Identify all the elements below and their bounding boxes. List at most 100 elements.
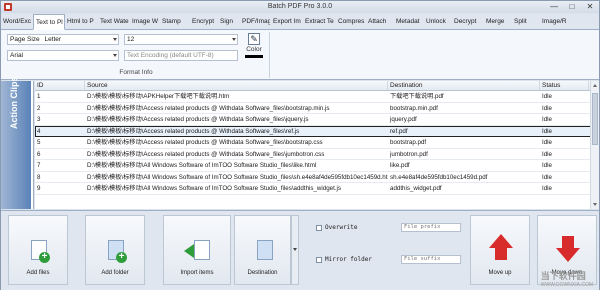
tab-4[interactable]: Image W [130, 14, 160, 29]
tab-bar: Word/Exc Text to Pl Html to P Text Wate Imag… [1, 14, 599, 30]
window-controls: — □ ✕ [549, 2, 595, 12]
cell-source: D:\模板\模板\标移动\Access related products @ W… [87, 116, 309, 123]
cell-id: 5 [37, 139, 41, 146]
tab-10[interactable]: Extract Te [303, 14, 336, 29]
import-items-button[interactable]: Import items [163, 215, 231, 285]
tab-17[interactable]: Split [512, 14, 540, 29]
overwrite-checkbox[interactable] [316, 225, 322, 231]
font-select[interactable]: Arial [7, 50, 119, 61]
title-bar: Batch PDF Pro 3.0.0 — □ ✕ [1, 1, 599, 13]
tab-2[interactable]: Html to P [65, 14, 98, 29]
destination-label: Destination [247, 270, 278, 276]
chevron-down-icon [113, 54, 117, 57]
tab-14[interactable]: Unlock [424, 14, 452, 29]
destination-button[interactable]: Destination [234, 215, 291, 285]
add-folder-button[interactable]: + Add folder [85, 215, 145, 285]
tab-0[interactable]: Word/Exc [1, 14, 33, 29]
cell-source: D:\模板\模板\标移动\All Windows Software of ImT… [87, 185, 342, 192]
scroll-up-icon[interactable] [593, 84, 597, 87]
color-swatch [245, 55, 263, 58]
column-header-destination[interactable]: Destination [388, 81, 540, 90]
text-encoding-placeholder: Text Encoding (default UTF-8) [127, 52, 214, 59]
cell-source: D:\模板\模板\标移动\APKHelper下载吧下载说明.htm [87, 93, 230, 100]
column-header-id[interactable]: ID [35, 81, 85, 90]
file-suffix-input[interactable]: File suffix [401, 255, 461, 264]
plus-icon: + [116, 252, 127, 263]
tab-1[interactable]: Text to Pl [33, 14, 65, 30]
vertical-scrollbar[interactable] [590, 81, 599, 209]
tab-13[interactable]: Metadat [394, 14, 424, 29]
move-up-button[interactable]: Move up [470, 215, 530, 285]
cell-status: Idle [542, 150, 552, 158]
table-row[interactable]: 5 D:\模板\模板\标移动\Access related products @ … [35, 137, 599, 149]
column-header-status[interactable]: Status [540, 81, 589, 90]
list-icon [194, 240, 210, 260]
destination-icon [257, 240, 273, 260]
cell-id: 7 [37, 162, 41, 169]
color-button[interactable]: ✎ Color [243, 33, 265, 67]
mirror-folder-checkbox[interactable] [316, 257, 322, 263]
cell-destination: ref.pdf [390, 127, 408, 135]
tab-15[interactable]: Decrypt [452, 14, 484, 29]
cell-status: Idle [542, 162, 552, 169]
table-row[interactable]: 4 D:\模板\模板\标移动\Access related products @ … [35, 125, 599, 137]
bottom-toolbar: + Add files + Add folder Import items De… [1, 210, 599, 290]
add-files-button[interactable]: + Add files [8, 215, 68, 285]
cell-status: Idle [542, 139, 552, 146]
table-row[interactable]: 6 D:\模板\模板\标移动\Access related products @ … [35, 149, 599, 160]
table-row[interactable]: 3 D:\模板\模板\标移动\Access related products @ … [35, 114, 599, 126]
cell-destination: bootstrap.min.pdf [390, 104, 438, 112]
cell-status: Idle [542, 127, 552, 135]
table-row[interactable]: 7 D:\模板\模板\标移动\All Windows Software of Im… [35, 160, 599, 172]
mirror-folder-label: Mirror folder [325, 256, 372, 263]
arrow-up-icon [489, 234, 513, 248]
tab-11[interactable]: Compres [336, 14, 366, 29]
scroll-thumb[interactable] [592, 93, 598, 145]
text-encoding-input[interactable]: Text Encoding (default UTF-8) [124, 50, 238, 61]
destination-dropdown[interactable] [291, 215, 299, 285]
watermark: 当下软件园 WWW.DOWNXIA.COM [540, 271, 593, 288]
font-value: Arial [10, 52, 24, 59]
cell-destination: sh.e4e8af4de595fdb10ec1459d.pdf [390, 173, 488, 181]
page-size-select[interactable]: Page Size Letter [7, 34, 119, 45]
import-arrow-icon [184, 244, 194, 258]
file-prefix-input[interactable]: File prefix [401, 223, 461, 232]
import-items-label: Import items [180, 270, 214, 276]
add-files-label: Add files [26, 270, 50, 276]
cell-source: D:\模板\模板\标移动\All Windows Software of ImT… [87, 162, 317, 169]
tab-18[interactable]: Image/R [540, 14, 572, 29]
tab-6[interactable]: Encrypt [190, 14, 218, 29]
tab-16[interactable]: Merge [484, 14, 512, 29]
overwrite-label: Overwrite [325, 224, 358, 231]
file-table: ID Source Destination Status 1 D:\模板\模板\标… [35, 81, 599, 209]
maximize-icon[interactable]: □ [567, 2, 577, 12]
color-label: Color [246, 46, 262, 53]
page-size-label: Page Size [10, 36, 40, 43]
scroll-down-icon[interactable] [593, 203, 597, 206]
cell-source: D:\模板\模板\标移动\Access related products @ W… [87, 139, 323, 146]
tab-12[interactable]: Attach [366, 14, 394, 29]
window-title: Batch PDF Pro 3.0.0 [267, 3, 333, 10]
cell-status: Idle [542, 173, 552, 181]
action-clips-sidebar[interactable]: Action Clips [1, 76, 34, 209]
minimize-icon[interactable]: — [549, 2, 559, 12]
close-icon[interactable]: ✕ [585, 2, 595, 12]
cell-id: 9 [37, 185, 41, 192]
tab-3[interactable]: Text Wate [98, 14, 130, 29]
tab-5[interactable]: Stamp [160, 14, 190, 29]
column-header-source[interactable]: Source [85, 81, 388, 90]
cell-destination: addthis_widget.pdf [390, 185, 442, 192]
table-row[interactable]: 2 D:\模板\模板\标移动\Access related products @ … [35, 103, 599, 114]
table-row[interactable]: 8 D:\模板\模板\标移动\All Windows Software of Im… [35, 172, 599, 183]
cell-id: 8 [37, 173, 41, 181]
tab-7[interactable]: Sign [218, 14, 240, 29]
cell-destination: 下载吧下载说明.pdf [390, 93, 444, 100]
font-size-select[interactable]: 12 [124, 34, 238, 45]
tab-8[interactable]: PDF/Imag [240, 14, 271, 29]
tab-9[interactable]: Export Im [271, 14, 303, 29]
cell-source: D:\模板\模板\标移动\Access related products @ W… [87, 150, 325, 158]
cell-id: 3 [37, 116, 41, 123]
table-row[interactable]: 9 D:\模板\模板\标移动\All Windows Software of Im… [35, 183, 599, 195]
chevron-down-icon [113, 38, 117, 41]
table-row[interactable]: 1 D:\模板\模板\标移动\APKHelper下载吧下载说明.htm 下载吧下载说… [35, 91, 599, 103]
